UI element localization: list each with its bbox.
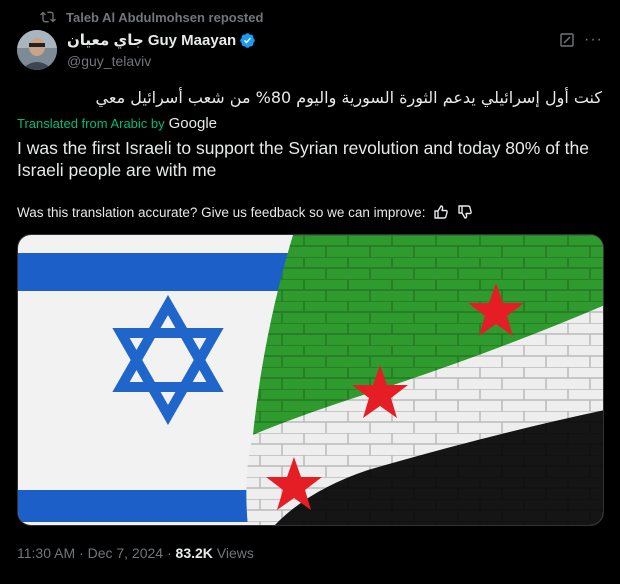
post-date[interactable]: Dec 7, 2024 [88,545,164,561]
post-time[interactable]: 11:30 AM [17,545,75,561]
post-meta: 11:30 AM · Dec 7, 2024 · 83.2K Views [17,545,254,561]
avatar[interactable] [17,30,57,70]
translated-from-label: Translated from Arabic by [17,116,165,131]
thumbs-up-icon[interactable] [433,204,449,220]
grok-icon[interactable] [560,33,574,47]
israel-syria-flags-image [18,235,603,525]
repost-icon [40,11,56,23]
translation-attribution: Translated from Arabic by Google [17,115,217,132]
meta-separator-2: · [166,545,172,561]
avatar-image [17,30,57,70]
post-translation: I was the first Israeli to support the S… [17,138,589,180]
meta-separator: · [79,545,84,561]
google-logo: Google [168,115,218,132]
views-count: 83.2K [175,545,213,561]
translation-feedback: Was this translation accurate? Give us f… [17,204,473,220]
repost-label: Taleb Al Abdulmohsen reposted [66,9,264,25]
thumbs-down-icon[interactable] [457,204,473,220]
feedback-prompt: Was this translation accurate? Give us f… [17,204,426,220]
more-options-button[interactable]: ··· [584,31,603,49]
post-media-image[interactable] [17,234,604,526]
views-label: Views [216,545,254,561]
post-original-text: كنت أول إسرائيلي يدعم الثورة السورية وال… [95,88,602,107]
author-handle[interactable]: @guy_telaviv [67,53,256,69]
author-display-name[interactable]: جاي معيان Guy Maayan [67,31,236,49]
repost-indicator[interactable]: Taleb Al Abdulmohsen reposted [40,8,263,26]
verified-badge-icon [240,32,255,48]
